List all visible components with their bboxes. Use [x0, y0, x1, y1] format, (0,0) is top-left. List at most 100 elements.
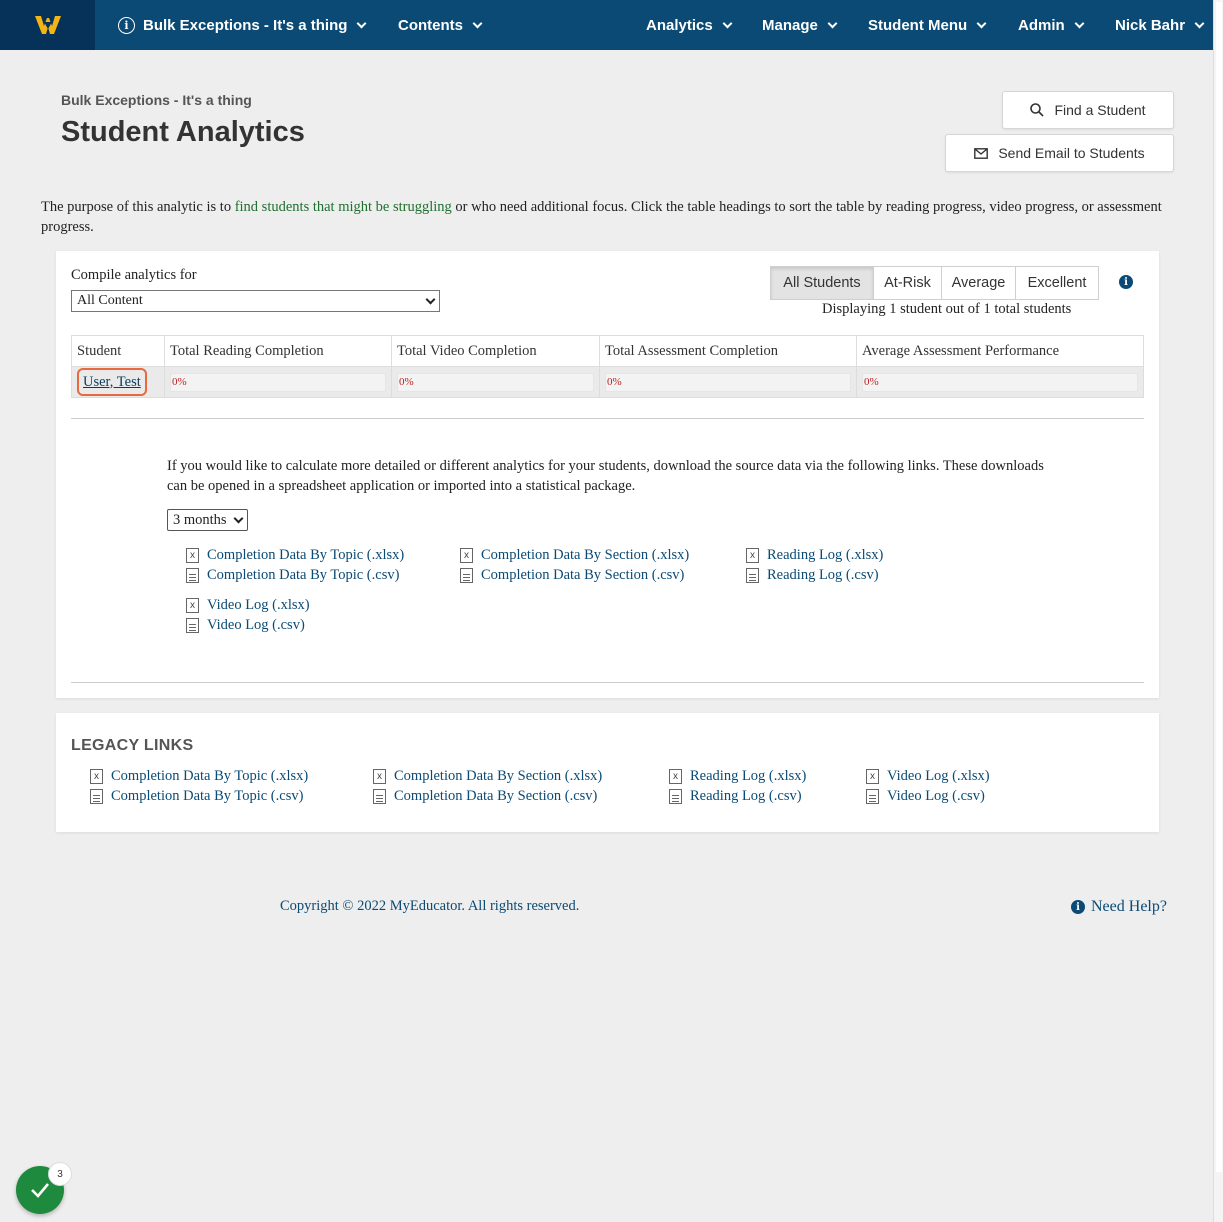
logo[interactable] [0, 0, 95, 50]
page-title: Student Analytics [61, 116, 305, 148]
assessment-progress-bar: 0% [605, 372, 851, 392]
xlsx-file-icon: x [460, 548, 473, 563]
filter-average[interactable]: Average [941, 266, 1016, 300]
breadcrumb: Bulk Exceptions - It's a thing [61, 92, 252, 108]
contents-menu[interactable]: Contents [398, 0, 483, 50]
header-assessment[interactable]: Total Assessment Completion [599, 335, 857, 367]
legacy-reading-xlsx-label: Reading Log (.xlsx) [690, 768, 807, 784]
wv-logo-icon [34, 16, 61, 34]
find-student-button[interactable]: Find a Student [1002, 91, 1174, 129]
divider [71, 418, 1144, 419]
filter-excellent[interactable]: Excellent [1015, 266, 1099, 300]
dl-section-xlsx[interactable]: x Completion Data By Section (.xlsx) [460, 547, 689, 564]
need-help-label: Need Help? [1091, 898, 1167, 915]
assessment-cell: 0% [599, 366, 857, 398]
dl-video-csv-label: Video Log (.csv) [207, 617, 305, 633]
legacy-topic-csv-label: Completion Data By Topic (.csv) [111, 788, 304, 804]
legacy-topic-csv[interactable]: Completion Data By Topic (.csv) [90, 788, 303, 805]
legacy-topic-xlsx-label: Completion Data By Topic (.xlsx) [111, 768, 309, 784]
divider [71, 682, 1144, 683]
chevron-down-icon [976, 18, 987, 28]
analytics-menu[interactable]: Analytics [646, 0, 733, 50]
manage-menu[interactable]: Manage [762, 0, 838, 50]
legacy-section-xlsx[interactable]: x Completion Data By Section (.xlsx) [373, 768, 602, 785]
dl-topic-xlsx-label: Completion Data By Topic (.xlsx) [207, 547, 405, 563]
scrollbar-thumb[interactable] [1216, 2, 1222, 1172]
user-menu-label: Nick Bahr [1115, 16, 1186, 34]
downloads-text: If you would like to calculate more deta… [167, 458, 1044, 494]
dl-topic-xlsx[interactable]: x Completion Data By Topic (.xlsx) [186, 547, 404, 564]
legacy-reading-xlsx[interactable]: x Reading Log (.xlsx) [669, 768, 806, 785]
need-help-link[interactable]: i Need Help? [1071, 898, 1167, 916]
csv-file-icon [866, 789, 879, 804]
info-icon: i [118, 16, 135, 34]
user-menu[interactable]: Nick Bahr [1115, 0, 1205, 50]
student-menu[interactable]: Student Menu [868, 0, 987, 50]
dl-video-csv[interactable]: Video Log (.csv) [186, 617, 305, 634]
header-reading[interactable]: Total Reading Completion [164, 335, 392, 367]
dl-section-csv[interactable]: Completion Data By Section (.csv) [460, 567, 684, 584]
course-menu[interactable]: i Bulk Exceptions - It's a thing [118, 0, 367, 50]
table-row: User, Test 0% 0% 0% 0% [71, 366, 1144, 398]
legacy-reading-csv-label: Reading Log (.csv) [690, 788, 802, 804]
dl-reading-csv[interactable]: Reading Log (.csv) [746, 567, 879, 584]
search-icon [1030, 103, 1045, 117]
copyright: Copyright © 2022 MyEducator. All rights … [280, 898, 580, 914]
xlsx-file-icon: x [186, 548, 199, 563]
admin-menu[interactable]: Admin [1018, 0, 1085, 50]
checklist-badge: 3 [48, 1162, 72, 1186]
chevron-down-icon [233, 513, 244, 523]
envelope-icon [974, 147, 989, 159]
scrollbar[interactable] [1213, 0, 1223, 1222]
student-link[interactable]: User, Test [77, 367, 147, 396]
compile-select[interactable]: All Content [71, 290, 440, 312]
manage-menu-label: Manage [762, 16, 818, 34]
intro-text: The purpose of this analytic is to find … [41, 197, 1181, 237]
legacy-reading-csv[interactable]: Reading Log (.csv) [669, 788, 802, 805]
student-cell: User, Test [71, 366, 165, 398]
dl-topic-csv[interactable]: Completion Data By Topic (.csv) [186, 567, 399, 584]
dl-video-xlsx[interactable]: x Video Log (.xlsx) [186, 597, 310, 614]
dl-reading-xlsx-label: Reading Log (.xlsx) [767, 547, 884, 563]
analytics-table: Student Total Reading Completion Total V… [71, 335, 1144, 398]
header-student[interactable]: Student [71, 335, 165, 367]
csv-file-icon [186, 568, 199, 583]
struggling-link[interactable]: find students that might be struggling [235, 199, 452, 215]
xlsx-file-icon: x [746, 548, 759, 563]
xlsx-file-icon: x [90, 769, 103, 784]
dl-reading-xlsx[interactable]: x Reading Log (.xlsx) [746, 547, 883, 564]
csv-file-icon [746, 568, 759, 583]
displaying-count: Displaying 1 student out of 1 total stud… [822, 301, 1072, 317]
student-filter-group: All Students At-Risk Average Excellent [770, 266, 1099, 300]
csv-file-icon [186, 618, 199, 633]
reading-progress-bar: 0% [170, 372, 386, 392]
dl-section-xlsx-label: Completion Data By Section (.xlsx) [481, 547, 690, 563]
legacy-video-csv-label: Video Log (.csv) [887, 788, 985, 804]
intro-before: The purpose of this analytic is to [41, 199, 235, 215]
filter-at-risk[interactable]: At-Risk [873, 266, 942, 300]
dl-section-csv-label: Completion Data By Section (.csv) [481, 567, 685, 583]
csv-file-icon [373, 789, 386, 804]
legacy-video-xlsx[interactable]: x Video Log (.xlsx) [866, 768, 990, 785]
xlsx-file-icon: x [373, 769, 386, 784]
xlsx-file-icon: x [866, 769, 879, 784]
send-email-button[interactable]: Send Email to Students [945, 134, 1174, 172]
legacy-video-xlsx-label: Video Log (.xlsx) [887, 768, 990, 784]
legacy-topic-xlsx[interactable]: x Completion Data By Topic (.xlsx) [90, 768, 308, 785]
filter-all-students[interactable]: All Students [770, 266, 874, 300]
xlsx-file-icon: x [186, 598, 199, 613]
compile-select-value: All Content [77, 293, 143, 308]
legacy-section-csv[interactable]: Completion Data By Section (.csv) [373, 788, 597, 805]
info-icon[interactable]: i [1119, 275, 1133, 289]
xlsx-file-icon: x [669, 769, 682, 784]
period-select[interactable]: 3 months [167, 509, 248, 531]
header-video[interactable]: Total Video Completion [391, 335, 600, 367]
performance-cell: 0% [856, 366, 1144, 398]
dl-reading-csv-label: Reading Log (.csv) [767, 567, 879, 583]
header-performance[interactable]: Average Assessment Performance [856, 335, 1144, 367]
top-nav: i Bulk Exceptions - It's a thing Content… [0, 0, 1213, 50]
period-select-value: 3 months [173, 511, 227, 528]
csv-file-icon [90, 789, 103, 804]
legacy-video-csv[interactable]: Video Log (.csv) [866, 788, 985, 805]
chevron-down-icon [722, 18, 733, 28]
